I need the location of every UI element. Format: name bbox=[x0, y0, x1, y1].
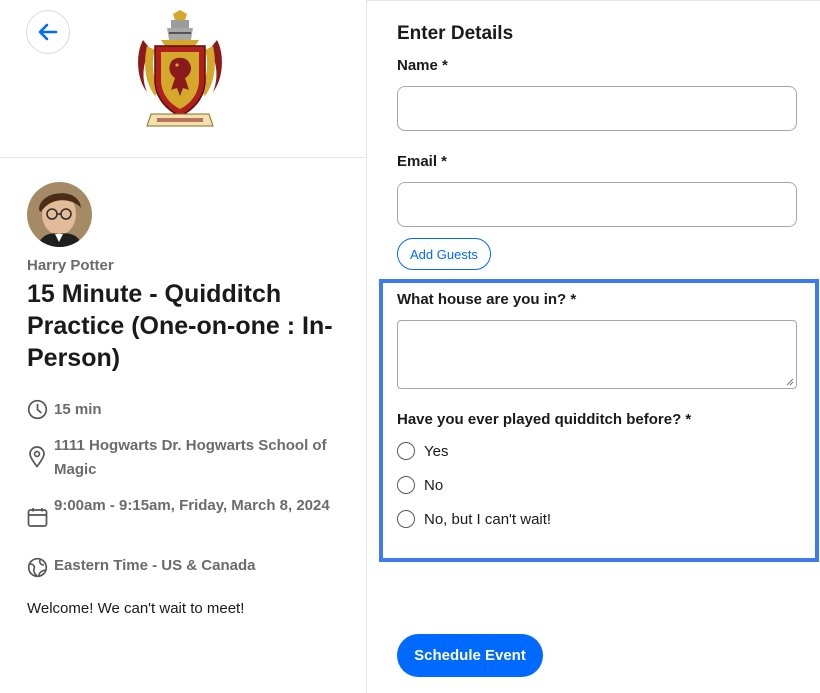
radio-label: No bbox=[424, 476, 444, 494]
map-pin-icon bbox=[26, 446, 48, 468]
event-datetime: 9:00am - 9:15am, Friday, March 8, 2024 bbox=[26, 494, 344, 528]
back-button[interactable] bbox=[26, 10, 70, 54]
location-text: 1111 Hogwarts Dr. Hogwarts School of Mag… bbox=[54, 437, 327, 478]
add-guests-button[interactable]: Add Guests bbox=[397, 238, 491, 270]
radio-option-yes[interactable]: Yes bbox=[397, 442, 448, 460]
duration-text: 15 min bbox=[54, 401, 102, 418]
event-location: 1111 Hogwarts Dr. Hogwarts School of Mag… bbox=[26, 434, 344, 482]
house-field[interactable] bbox=[397, 320, 797, 389]
event-title: 15 Minute - Quidditch Practice (One-on-o… bbox=[27, 280, 333, 372]
radio-label: Yes bbox=[424, 442, 449, 460]
form-title: Enter Details bbox=[397, 23, 514, 44]
schedule-event-button[interactable]: Schedule Event bbox=[397, 634, 543, 677]
timezone-text: Eastern Time - US & Canada bbox=[54, 557, 256, 574]
gryffindor-crest bbox=[138, 10, 222, 127]
booking-form: Enter Details Name * Email * Add Guests … bbox=[367, 0, 820, 693]
globe-icon bbox=[26, 556, 48, 578]
radio-option-cant-wait[interactable]: No, but I can't wait! bbox=[397, 510, 551, 528]
house-label: What house are you in? * bbox=[397, 291, 577, 308]
event-header bbox=[0, 0, 366, 158]
quidditch-label: Have you ever played quidditch before? * bbox=[397, 411, 692, 428]
radio-button[interactable] bbox=[397, 476, 415, 494]
welcome-message: Welcome! We can't wait to meet! bbox=[27, 600, 245, 617]
arrow-left-icon bbox=[38, 23, 58, 41]
radio-button[interactable] bbox=[397, 510, 415, 528]
radio-button[interactable] bbox=[397, 442, 415, 460]
email-field[interactable] bbox=[397, 182, 797, 227]
calendar-icon bbox=[26, 506, 48, 528]
name-label: Name * bbox=[397, 57, 448, 74]
email-label: Email * bbox=[397, 153, 448, 170]
event-duration: 15 min bbox=[26, 398, 102, 422]
radio-option-no[interactable]: No bbox=[397, 476, 443, 494]
radio-label: No, but I can't wait! bbox=[424, 510, 552, 528]
event-info-panel: Harry Potter 15 Minute - Quidditch Pract… bbox=[0, 0, 367, 693]
avatar bbox=[27, 182, 92, 247]
clock-icon bbox=[26, 398, 48, 420]
name-field[interactable] bbox=[397, 86, 797, 131]
event-timezone: Eastern Time - US & Canada bbox=[26, 554, 255, 578]
host-photo bbox=[27, 182, 92, 247]
host-name: Harry Potter bbox=[27, 257, 114, 274]
resize-grip-icon[interactable] bbox=[786, 378, 794, 386]
datetime-text: 9:00am - 9:15am, Friday, March 8, 2024 bbox=[54, 497, 330, 514]
